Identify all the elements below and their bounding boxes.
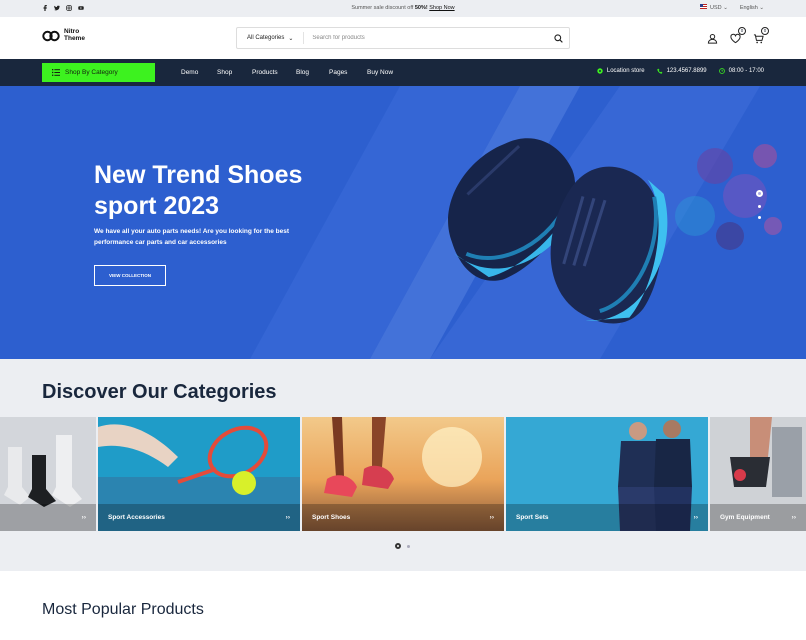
popular-products-section: Most Popular Products bbox=[0, 571, 806, 640]
shop-by-category-label: Shop By Category bbox=[65, 69, 118, 76]
category-label: Gym Equipment bbox=[720, 514, 770, 521]
phone-icon bbox=[656, 68, 662, 74]
main-nav: Shop By Category Demo Shop Products Blog… bbox=[0, 59, 806, 86]
site-header: Nitro Theme All Categories ⌄ 0 0 bbox=[0, 17, 806, 59]
category-label: Sport Shoes bbox=[312, 514, 351, 521]
shop-by-category-button[interactable]: Shop By Category bbox=[42, 63, 155, 82]
phone-number: 123.4567.8899 bbox=[666, 68, 707, 74]
popular-products-heading: Most Popular Products bbox=[42, 601, 204, 618]
category-card-sport-sets[interactable]: Sport Sets ›› bbox=[506, 417, 708, 531]
category-label-bar: Sport Sets ›› bbox=[506, 504, 708, 531]
account-icon[interactable] bbox=[707, 31, 718, 44]
view-collection-button[interactable]: VIEW COLLECTION bbox=[94, 265, 166, 286]
category-label: Sport Accessories bbox=[108, 514, 165, 521]
logo[interactable]: Nitro Theme bbox=[42, 28, 85, 42]
top-bar: Summer sale discount off 50%! Shop Now U… bbox=[0, 0, 806, 17]
hero-title: New Trend Shoes sport 2023 bbox=[94, 160, 354, 222]
category-label: Sport Sets bbox=[516, 514, 549, 521]
hero-title-line-1: New Trend Shoes bbox=[94, 161, 303, 189]
cart-icon[interactable]: 0 bbox=[753, 27, 769, 44]
location-store-link[interactable]: Location store bbox=[597, 68, 645, 74]
search-bar: All Categories ⌄ bbox=[236, 27, 570, 49]
shop-now-link[interactable]: Shop Now bbox=[429, 5, 454, 11]
wishlist-icon[interactable]: 0 bbox=[730, 27, 746, 44]
slide-dot[interactable] bbox=[758, 216, 761, 219]
location-label: Location store bbox=[606, 68, 645, 74]
chevron-down-icon: ⌄ bbox=[759, 4, 764, 11]
hero-pagination bbox=[756, 190, 763, 219]
logo-icon bbox=[42, 30, 60, 41]
language-select[interactable]: English ⌄ bbox=[740, 5, 764, 11]
topbar-selectors: USD ⌄ English ⌄ bbox=[700, 4, 764, 11]
nav-item-pages[interactable]: Pages bbox=[329, 69, 347, 76]
category-select[interactable]: All Categories ⌄ bbox=[237, 32, 305, 44]
search-icon[interactable] bbox=[547, 33, 569, 43]
chevron-down-icon: ⌄ bbox=[288, 35, 294, 42]
nav-item-demo[interactable]: Demo bbox=[181, 69, 198, 76]
category-card-socks[interactable]: ›› bbox=[0, 417, 96, 531]
nav-item-blog[interactable]: Blog bbox=[296, 69, 309, 76]
nav-item-shop[interactable]: Shop bbox=[217, 69, 232, 76]
clock-icon bbox=[718, 68, 725, 74]
category-select-label: All Categories bbox=[247, 35, 285, 41]
category-label-bar: Sport Shoes ›› bbox=[302, 504, 504, 531]
phone-link[interactable]: 123.4567.8899 bbox=[656, 68, 707, 74]
logo-line-2: Theme bbox=[64, 34, 85, 42]
chevron-right-icon: ›› bbox=[693, 514, 698, 521]
slide-dot[interactable] bbox=[758, 205, 761, 208]
header-actions: 0 0 bbox=[707, 27, 769, 44]
currency-label: USD bbox=[710, 5, 722, 11]
category-card-sport-shoes[interactable]: Sport Shoes ›› bbox=[302, 417, 504, 531]
promo-banner: Summer sale discount off 50%! Shop Now bbox=[0, 5, 806, 11]
promo-percent: 50%! bbox=[414, 5, 428, 11]
category-carousel: ›› Sport Accessories ›› Sport Shoes ›› S… bbox=[0, 417, 806, 531]
currency-select[interactable]: USD ⌄ bbox=[700, 4, 728, 11]
promo-text: Summer sale discount off bbox=[351, 5, 414, 11]
chevron-right-icon: ›› bbox=[489, 514, 494, 521]
language-label: English bbox=[739, 4, 758, 11]
cart-count-badge: 0 bbox=[761, 27, 769, 35]
carousel-dot-active[interactable] bbox=[395, 543, 401, 549]
us-flag-icon bbox=[700, 4, 708, 9]
chevron-right-icon: ›› bbox=[285, 514, 290, 521]
sneakers-image bbox=[448, 138, 668, 324]
category-label-bar: ›› bbox=[0, 504, 96, 531]
category-label-bar: Gym Equipment ›› bbox=[710, 504, 806, 531]
nav-item-buy-now[interactable]: Buy Now bbox=[367, 69, 393, 76]
opening-hours: 08:00 - 17:00 bbox=[718, 68, 764, 74]
nav-item-products[interactable]: Products bbox=[252, 69, 278, 76]
category-label-bar: Sport Accessories ›› bbox=[98, 504, 300, 531]
category-card-gym-equipment[interactable]: Gym Equipment ›› bbox=[710, 417, 806, 531]
list-icon bbox=[52, 69, 60, 76]
hero-description: We have all your auto parts needs! Are y… bbox=[94, 228, 290, 246]
location-icon bbox=[597, 68, 603, 74]
slide-dot-active[interactable] bbox=[756, 190, 763, 197]
chevron-right-icon: ›› bbox=[81, 514, 86, 521]
chevron-down-icon: ⌄ bbox=[723, 5, 728, 11]
categories-heading: Discover Our Categories bbox=[42, 381, 277, 403]
store-info: Location store 123.4567.8899 08:00 - 17:… bbox=[597, 68, 764, 74]
wishlist-count-badge: 0 bbox=[738, 27, 746, 35]
hero-title-line-2: sport 2023 bbox=[94, 192, 220, 220]
chevron-right-icon: ›› bbox=[791, 514, 796, 521]
category-pagination bbox=[395, 543, 410, 549]
search-input[interactable] bbox=[304, 35, 547, 41]
category-card-sport-accessories[interactable]: Sport Accessories ›› bbox=[98, 417, 300, 531]
categories-section: Discover Our Categories ›› Sport Accesso… bbox=[0, 359, 806, 571]
hero-slider: New Trend Shoes sport 2023 We have all y… bbox=[0, 86, 806, 359]
carousel-dot[interactable] bbox=[407, 544, 410, 548]
hours-label: 08:00 - 17:00 bbox=[728, 68, 764, 74]
